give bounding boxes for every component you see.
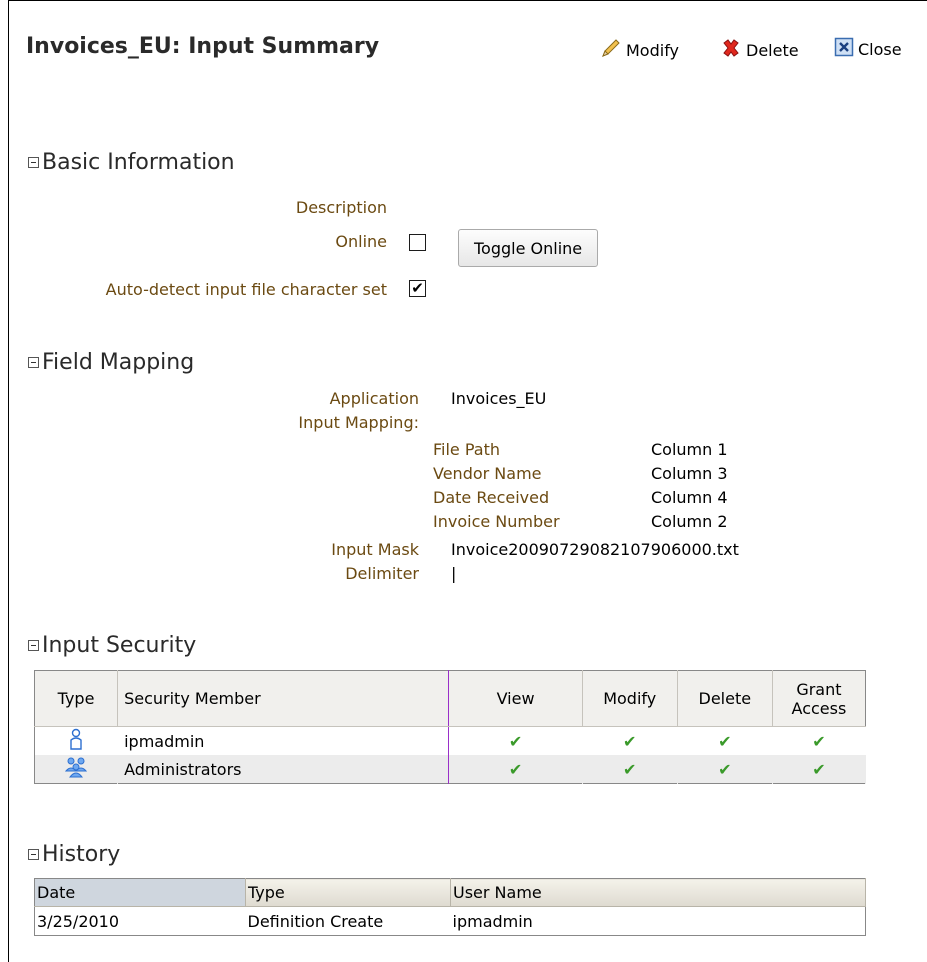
column-header-type[interactable]: Type — [34, 670, 119, 727]
table-header-row: Type Security Member View Modify Delete … — [34, 670, 866, 727]
field-mapping-header[interactable]: Field Mapping — [28, 350, 194, 375]
view-check: ✔ — [448, 755, 583, 784]
input-security-title: Input Security — [42, 633, 197, 658]
column-header-delete[interactable]: Delete — [677, 670, 773, 727]
history-user-cell: ipmadmin — [452, 911, 533, 931]
table-row[interactable]: Administrators ✔ ✔ ✔ ✔ — [34, 755, 866, 784]
security-table: Type Security Member View Modify Delete … — [34, 670, 866, 784]
collapse-icon — [28, 849, 39, 860]
description-label: Description — [295, 198, 387, 217]
basic-info-header[interactable]: Basic Information — [28, 150, 235, 175]
basic-info-title: Basic Information — [42, 150, 235, 175]
delete-check: ✔ — [677, 755, 773, 784]
mapping-field-column: Column 2 — [651, 512, 728, 531]
input-mask-value: Invoice20090729082107906000.txt — [451, 540, 739, 559]
red-x-icon — [720, 37, 742, 63]
mapping-field-column: Column 1 — [651, 440, 728, 459]
collapse-icon — [28, 640, 39, 651]
history-table: Date Type User Name 3/25/2010 Definition… — [34, 878, 866, 936]
close-button[interactable]: Close — [834, 37, 902, 61]
column-header-date[interactable]: Date — [34, 878, 246, 907]
close-box-icon — [834, 37, 854, 61]
autodetect-label: Auto-detect input file character set — [105, 280, 387, 299]
column-header-type[interactable]: Type — [245, 878, 451, 907]
history-type-cell: Definition Create — [247, 911, 384, 931]
column-header-user-name[interactable]: User Name — [450, 878, 866, 907]
modify-check: ✔ — [582, 755, 678, 784]
grant-check: ✔ — [772, 755, 866, 784]
close-label: Close — [858, 39, 902, 59]
mapping-field-name: Date Received — [433, 488, 550, 507]
checkmark-icon: ✔ — [411, 279, 424, 297]
page-title: Invoices_EU: Input Summary — [26, 34, 380, 59]
mapping-field-name: Vendor Name — [433, 464, 542, 483]
member-cell: Administrators — [117, 755, 450, 784]
delete-button[interactable]: Delete — [720, 37, 799, 63]
application-label: Application — [329, 389, 419, 408]
column-header-grant-access[interactable]: Grant Access — [772, 670, 866, 727]
modify-check: ✔ — [622, 731, 637, 751]
modify-button[interactable]: Modify — [600, 37, 679, 63]
history-title: History — [42, 842, 121, 867]
collapse-icon — [28, 357, 39, 368]
table-row[interactable]: 3/25/2010 Definition Create ipmadmin — [35, 907, 866, 936]
delimiter-label: Delimiter — [345, 564, 419, 583]
mapping-field-name: Invoice Number — [433, 512, 560, 531]
table-row[interactable]: ipmadmin ✔ ✔ ✔ ✔ — [35, 726, 866, 756]
group-icon — [34, 755, 118, 784]
modify-label: Modify — [626, 40, 680, 60]
table-header-row: Date Type User Name — [34, 878, 866, 907]
view-check: ✔ — [508, 731, 523, 751]
toggle-online-button[interactable]: Toggle Online — [458, 229, 599, 267]
column-header-security-member[interactable]: Security Member — [117, 670, 450, 727]
mapping-field-name: File Path — [433, 440, 501, 459]
delimiter-value: | — [451, 564, 457, 583]
input-mapping-label: Input Mapping: — [298, 413, 419, 432]
collapse-icon — [28, 157, 39, 168]
delete-label: Delete — [746, 40, 799, 60]
grant-check: ✔ — [812, 731, 826, 751]
input-mask-label: Input Mask — [331, 540, 419, 559]
history-date-cell: 3/25/2010 — [37, 911, 120, 931]
grant-access-label: Grant Access — [791, 679, 847, 718]
mapping-field-column: Column 4 — [651, 488, 728, 507]
user-icon — [35, 727, 118, 756]
history-header[interactable]: History — [28, 842, 120, 867]
column-header-view[interactable]: View — [448, 670, 583, 727]
autodetect-checkbox[interactable]: ✔ — [409, 280, 426, 297]
online-label: Online — [335, 232, 387, 251]
field-mapping-title: Field Mapping — [42, 350, 195, 375]
column-header-modify[interactable]: Modify — [582, 670, 678, 727]
application-value: Invoices_EU — [451, 389, 547, 408]
online-checkbox[interactable] — [409, 234, 426, 251]
delete-check: ✔ — [718, 731, 732, 751]
mapping-field-column: Column 3 — [651, 464, 728, 483]
input-security-header[interactable]: Input Security — [28, 633, 196, 658]
pencil-icon — [600, 37, 622, 63]
member-cell: ipmadmin — [117, 726, 450, 755]
